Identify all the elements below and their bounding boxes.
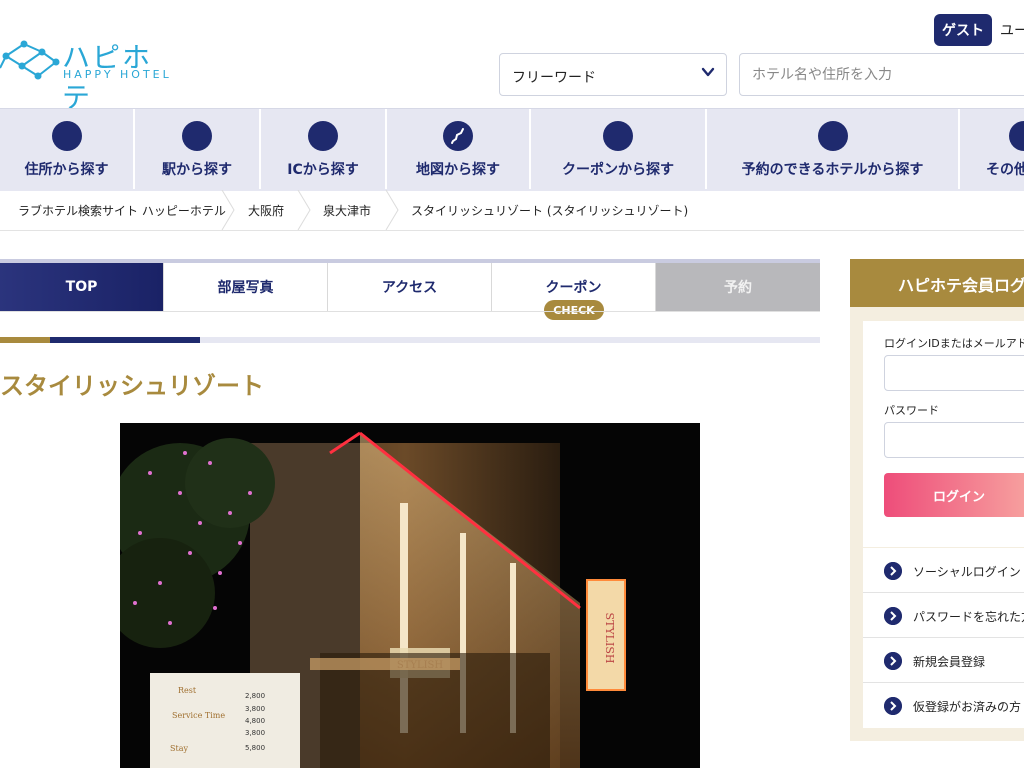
link-label: パスワードを忘れた方 (913, 610, 1024, 624)
search-input[interactable] (739, 53, 1024, 96)
login-links: ソーシャルログイン パスワードを忘れた方 新規会員登録 仮登録がお済みの方 (863, 548, 1024, 728)
hotel-vertical-sign: STYLISH (603, 613, 616, 664)
breadcrumb-separator-icon (297, 190, 311, 230)
tab-room-photos[interactable]: 部屋写真 (164, 263, 328, 311)
breadcrumb-city[interactable]: 泉大津市 (323, 202, 371, 219)
nav-item-label: 駅から探す (162, 162, 232, 178)
hotel-photo: STYLISH STYLISH Rest Service Time Stay 2… (120, 423, 700, 768)
provisional-registered-link[interactable]: 仮登録がお済みの方 (863, 683, 1024, 728)
tab-access[interactable]: アクセス (328, 263, 492, 311)
link-label: 仮登録がお済みの方 (913, 700, 1022, 714)
hotel-tabs: TOP 部屋写真 アクセス クーポン 予約 (0, 259, 820, 311)
station-icon (182, 121, 212, 151)
tab-top[interactable]: TOP (0, 263, 164, 311)
tab-divider (0, 311, 820, 312)
breadcrumb-separator-icon (221, 190, 235, 230)
nav-item-label: クーポンから探す (562, 162, 674, 178)
progress-segment-navy (50, 337, 200, 343)
login-panel-header: ハピホテ会員ログ (850, 259, 1024, 307)
chevron-right-icon (884, 697, 902, 715)
nav-item-map[interactable]: 地図から探す (387, 109, 531, 189)
user-label[interactable]: ユー (1000, 20, 1024, 40)
link-label: 新規会員登録 (913, 655, 986, 669)
japan-map-icon (443, 121, 473, 151)
login-panel-title: ハピホテ会員ログ (898, 276, 1024, 295)
price-label-rest: Rest (178, 686, 197, 695)
site-logo[interactable]: ハピホテ HAPPY HOTEL (0, 34, 180, 114)
progress-segment-gold (0, 337, 50, 343)
nav-item-label: 予約のできるホテルから探す (741, 162, 924, 178)
nav-item-label: 地図から探す (416, 162, 500, 178)
breadcrumb-prefecture[interactable]: 大阪府 (248, 202, 284, 219)
hotel-photo-illustration: STYLISH STYLISH Rest Service Time Stay 2… (120, 423, 700, 768)
login-form: ログインIDまたはメールアドレ パスワード ログイン (863, 321, 1024, 547)
check-badge: CHECK (544, 300, 604, 320)
price-label-stay: Stay (170, 744, 188, 753)
price-value: 3,800 (245, 705, 265, 713)
chevron-right-icon (884, 562, 902, 580)
breadcrumb-separator-icon (385, 190, 399, 230)
chevron-down-icon (701, 67, 715, 77)
chevron-right-icon (884, 652, 902, 670)
nav-item-label: その他 (986, 162, 1024, 178)
member-login-panel: ハピホテ会員ログ ログインIDまたはメールアドレ パスワード ログイン ソーシャ… (850, 259, 1024, 741)
logo-text-en: HAPPY HOTEL (63, 68, 172, 81)
price-value: 4,800 (245, 717, 265, 725)
address-icon (51, 121, 82, 151)
site-header: ハピホテ HAPPY HOTEL ゲスト ユー フリーワード (0, 0, 1024, 114)
password-input[interactable] (884, 422, 1024, 458)
price-value: 3,800 (245, 729, 265, 737)
social-login-link[interactable]: ソーシャルログイン (863, 548, 1024, 593)
nav-item-label: 住所から探す (24, 162, 109, 178)
tab-reservation: 予約 (656, 263, 820, 311)
coupon-icon (603, 121, 633, 151)
logo-network-icon (0, 40, 60, 80)
price-label-service: Service Time (172, 711, 225, 720)
guest-button[interactable]: ゲスト (934, 14, 992, 46)
other-icon (1009, 121, 1024, 151)
nav-item-other[interactable]: その他 (960, 109, 1024, 189)
chevron-right-icon (884, 607, 902, 625)
nav-item-address[interactable]: 住所から探す (0, 109, 135, 189)
register-link[interactable]: 新規会員登録 (863, 638, 1024, 683)
password-label: パスワード (884, 404, 939, 417)
price-value: 2,800 (245, 692, 265, 700)
link-label: ソーシャルログイン (913, 565, 1021, 579)
price-value: 5,800 (245, 744, 265, 752)
highway-icon (308, 121, 338, 151)
login-button[interactable]: ログイン (884, 473, 1024, 517)
search-type-value: フリーワード (512, 70, 596, 86)
reservation-icon (817, 121, 848, 151)
main-nav: 住所から探す 駅から探す ICから探す 地図から探す クーポンから探す 予約ので… (0, 108, 1024, 191)
nav-item-station[interactable]: 駅から探す (135, 109, 261, 189)
breadcrumb: ラブホテル検索サイト ハッピーホテル 大阪府 泉大津市 スタイリッシュリゾート … (0, 190, 1024, 231)
nav-item-reservation[interactable]: 予約のできるホテルから探す (707, 109, 960, 189)
breadcrumb-hotel: スタイリッシュリゾート (スタイリッシュリゾート) (411, 204, 689, 218)
login-id-input[interactable] (884, 355, 1024, 391)
forgot-password-link[interactable]: パスワードを忘れた方 (863, 593, 1024, 638)
nav-item-label: ICから探す (287, 162, 359, 178)
hotel-title: スタイリッシュリゾート (0, 372, 264, 400)
breadcrumb-home[interactable]: ラブホテル検索サイト ハッピーホテル (18, 202, 226, 219)
nav-item-ic[interactable]: ICから探す (261, 109, 387, 189)
nav-item-coupon[interactable]: クーポンから探す (531, 109, 707, 189)
login-id-label: ログインIDまたはメールアドレ (884, 337, 1024, 350)
section-progress-bar (0, 337, 820, 343)
search-type-select[interactable]: フリーワード (499, 53, 727, 96)
